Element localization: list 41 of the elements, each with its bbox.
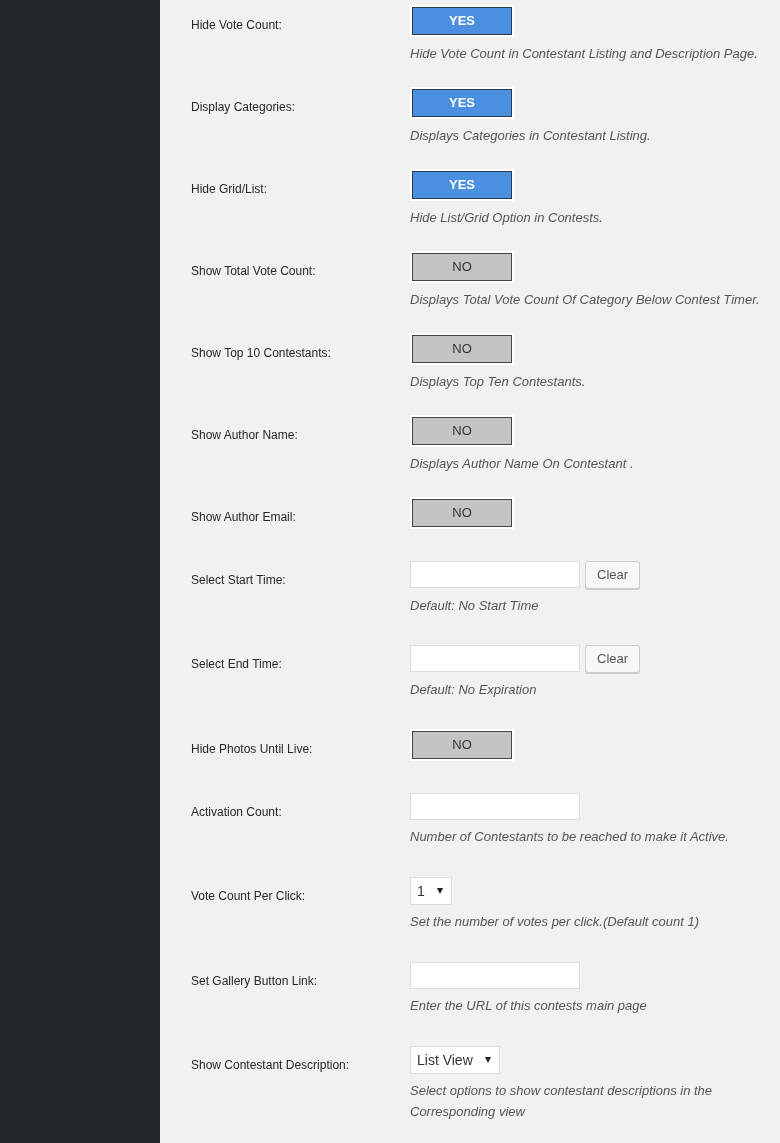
toggle-button[interactable]: NO	[412, 253, 512, 281]
setting-description: Default: No Start Time	[410, 597, 540, 615]
caret-icon	[484, 1057, 491, 1063]
toggle-button[interactable]: NO	[412, 731, 512, 759]
setting-label: Hide Photos Until Live:	[191, 742, 313, 756]
setting-label: Vote Count Per Click:	[191, 889, 306, 903]
input-field[interactable]	[410, 793, 580, 820]
toggle-button[interactable]: NO	[412, 335, 512, 363]
caret-icon	[436, 888, 443, 894]
setting-description: Number of Contestants to be reached to make it Active.	[410, 828, 730, 846]
toggle-button[interactable]: NO	[412, 417, 512, 445]
setting-label: Hide Grid/List:	[191, 182, 268, 196]
clear-button[interactable]: Clear	[585, 645, 641, 673]
setting-label: Show Contestant Description:	[191, 1058, 350, 1072]
setting-label: Select Start Time:	[191, 573, 286, 587]
setting-description: Displays Author Name On Contestant .	[410, 455, 635, 473]
setting-description: Hide Vote Count in Contestant Listing and Description Page.	[410, 45, 759, 63]
setting-description: Default: No Expiration	[410, 681, 538, 699]
setting-label: Select End Time:	[191, 657, 282, 671]
setting-description: Displays Total Vote Count Of Category Below Contest Timer.	[410, 291, 761, 309]
select-dropdown[interactable]: List View	[410, 1046, 500, 1074]
time-input-field[interactable]	[410, 561, 580, 588]
toggle-button[interactable]: NO	[412, 499, 512, 527]
setting-description: Displays Top Ten Contestants.	[410, 373, 587, 391]
setting-label: Display Categories:	[191, 100, 296, 114]
setting-description: Hide List/Grid Option in Contests.	[410, 209, 604, 227]
setting-label: Show Author Email:	[191, 510, 296, 524]
setting-label: Show Top 10 Contestants:	[191, 346, 331, 360]
setting-label: Show Author Name:	[191, 428, 298, 442]
setting-description: Enter the URL of this contests main page	[410, 997, 648, 1015]
clear-button[interactable]: Clear	[585, 561, 641, 589]
input-field[interactable]	[410, 962, 580, 989]
select-dropdown[interactable]: 1	[410, 877, 452, 905]
setting-description: Displays Categories in Contestant Listing.	[410, 127, 652, 145]
setting-label: Hide Vote Count:	[191, 18, 282, 32]
setting-label: Set Gallery Button Link:	[191, 974, 318, 988]
setting-description: Set the number of votes per click.(Default count 1)	[410, 913, 701, 931]
time-input-field[interactable]	[410, 645, 580, 672]
setting-description: Select options to show contestant descriptions in the Corresponding view	[410, 1082, 714, 1121]
setting-label: Activation Count:	[191, 805, 282, 819]
setting-label: Show Total Vote Count:	[191, 264, 316, 278]
